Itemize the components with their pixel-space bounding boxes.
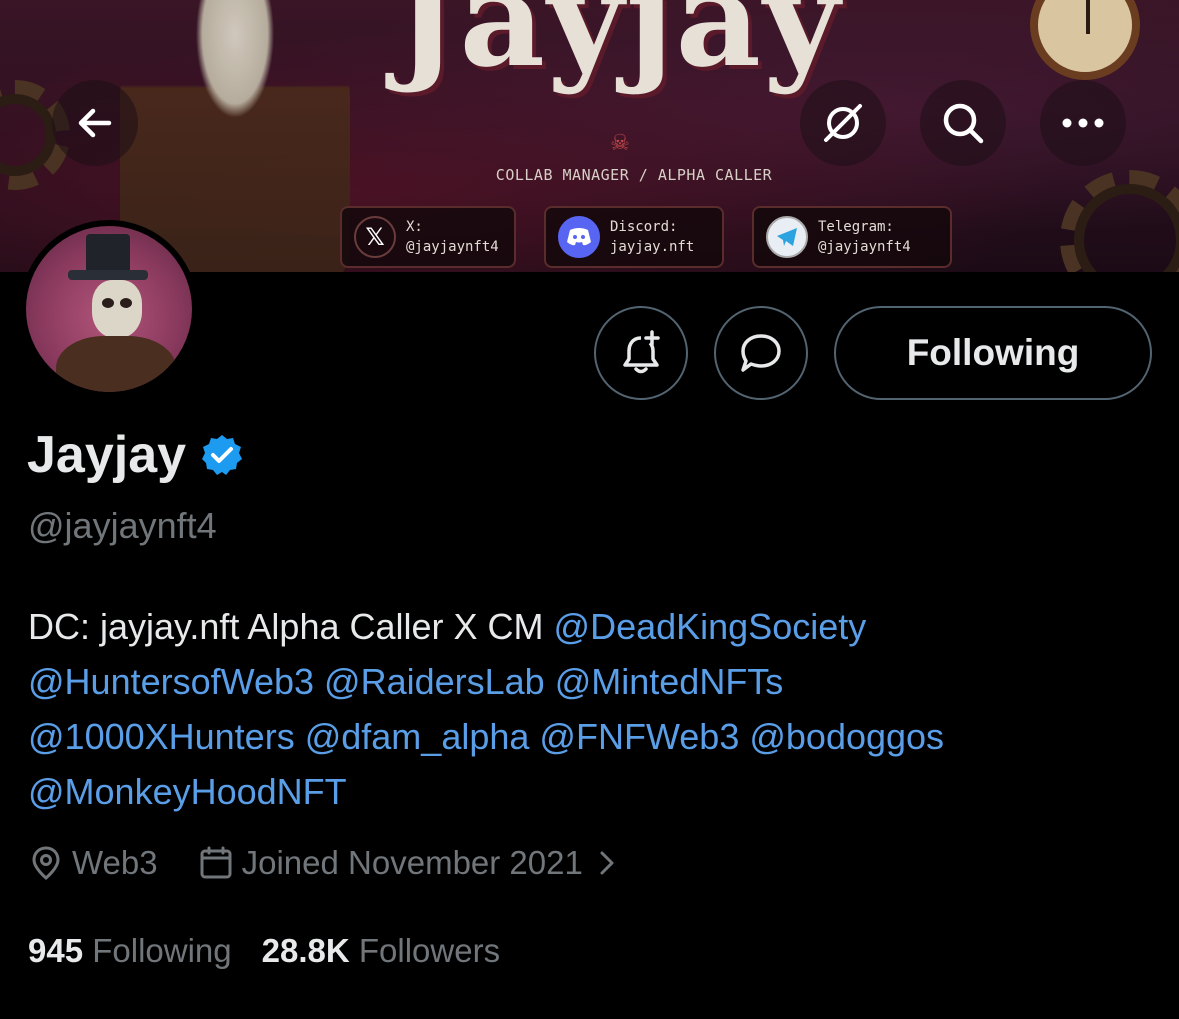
mention-link[interactable]: @dfam_alpha — [305, 716, 530, 757]
arrow-left-icon — [78, 108, 112, 138]
mention-link[interactable]: @1000XHunters — [28, 716, 295, 757]
mention-link[interactable]: @HuntersofWeb3 — [28, 661, 314, 702]
avatar-hat-brim — [68, 270, 148, 280]
slash-circle-icon — [824, 104, 862, 142]
discord-icon — [558, 216, 600, 258]
following-count: 945 — [28, 932, 84, 969]
followers-count-link[interactable]: 28.8K Followers — [262, 932, 500, 970]
verified-badge-icon[interactable] — [200, 433, 244, 477]
search-button[interactable] — [920, 80, 1006, 166]
more-button[interactable] — [1040, 80, 1126, 166]
mention-link[interactable]: @bodoggos — [749, 716, 944, 757]
banner-title: Jayjay — [395, 0, 842, 97]
avatar[interactable] — [20, 220, 198, 398]
user-handle: @jayjaynft4 — [28, 505, 217, 546]
join-date-text: Joined November 2021 — [241, 844, 583, 881]
social-text: X: @jayjaynft4 — [406, 219, 499, 255]
profile-meta: Web3 Joined November 2021 — [28, 838, 617, 888]
following-button[interactable]: Following — [834, 306, 1152, 400]
message-bubble-icon — [741, 334, 781, 372]
skull-icon: ☠ — [610, 130, 630, 155]
avatar-hat — [86, 234, 130, 274]
bell-plus-icon — [623, 330, 660, 374]
join-date[interactable]: Joined November 2021 — [198, 844, 617, 882]
more-icon — [1062, 118, 1104, 128]
mention-link[interactable]: @RaidersLab — [324, 661, 545, 702]
notifications-button[interactable] — [594, 306, 688, 400]
calendar-icon — [200, 846, 232, 879]
location-text: Web3 — [72, 844, 158, 881]
following-count-link[interactable]: 945 Following — [28, 932, 232, 970]
grok-button[interactable] — [800, 80, 886, 166]
social-text: Discord: jayjay.nft — [610, 219, 695, 255]
avatar-coat — [56, 336, 176, 392]
telegram-icon — [766, 216, 808, 258]
followers-label: Followers — [358, 932, 501, 969]
banner-social-discord: Discord: jayjay.nft — [544, 206, 724, 268]
location: Web3 — [28, 844, 158, 882]
banner-skeleton-art — [120, 0, 350, 272]
mention-link[interactable]: @MintedNFTs — [555, 661, 784, 702]
follow-counts: 945 Following 28.8K Followers — [28, 928, 500, 974]
display-name-row: Jayjay — [27, 424, 244, 486]
avatar-skull — [92, 280, 142, 338]
followers-count: 28.8K — [261, 932, 350, 969]
display-name: Jayjay — [27, 426, 187, 484]
banner-subtitle: COLLAB MANAGER / ALPHA CALLER — [495, 166, 773, 184]
bio-text: DC: jayjay.nft Alpha Caller X CM — [28, 606, 544, 647]
banner-social-x: 𝕏 X: @jayjaynft4 — [340, 206, 516, 268]
gear-decoration — [1060, 170, 1179, 272]
back-button[interactable] — [52, 80, 138, 166]
chevron-right-icon — [600, 851, 614, 875]
mention-link[interactable]: @FNFWeb3 — [539, 716, 739, 757]
banner-social-telegram: Telegram: @jayjaynft4 — [752, 206, 952, 268]
mention-link[interactable]: @DeadKingSociety — [554, 606, 867, 647]
clock-decoration — [1030, 0, 1140, 80]
bio: DC: jayjay.nft Alpha Caller X CM @DeadKi… — [28, 599, 1148, 819]
location-pin-icon — [32, 846, 60, 880]
social-text: Telegram: @jayjaynft4 — [818, 219, 911, 255]
message-button[interactable] — [714, 306, 808, 400]
mention-link[interactable]: @MonkeyHoodNFT — [28, 771, 347, 812]
following-label: Following — [92, 932, 232, 969]
search-icon — [943, 103, 984, 144]
x-icon: 𝕏 — [354, 216, 396, 258]
